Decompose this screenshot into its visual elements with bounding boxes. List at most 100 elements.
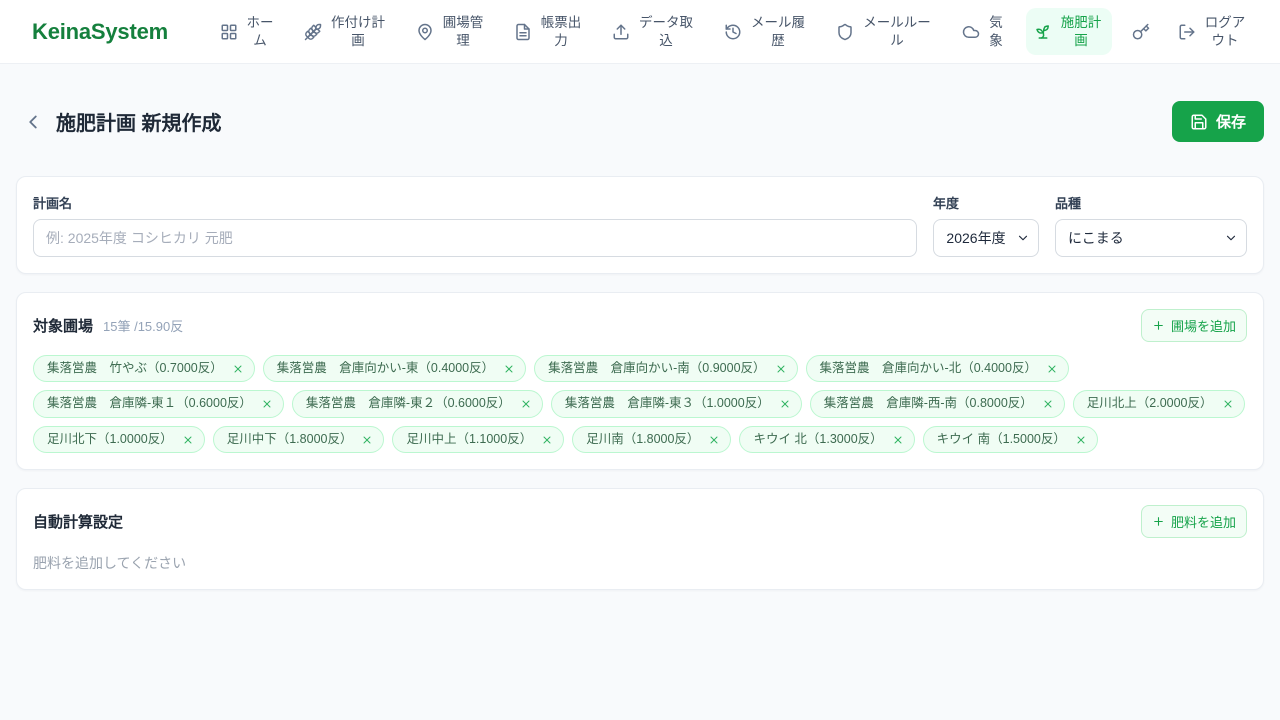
- field-chip-label: 集落営農 倉庫向かい-北（0.4000反）: [819, 360, 1037, 375]
- chip-remove-icon[interactable]: [1042, 398, 1054, 410]
- history-icon: [724, 23, 742, 41]
- upload-icon: [612, 23, 630, 41]
- auto-calc-title: 自動計算設定: [33, 514, 124, 532]
- field-chip-list: 集落営農 竹やぶ（0.7000反） 集落営農 倉庫向かい-東（0.4000反） …: [33, 354, 1247, 454]
- page-header: 施肥計画 新規作成 保存: [16, 94, 1264, 150]
- field-chip-label: 足川中下（1.8000反）: [226, 431, 353, 446]
- chip-remove-icon[interactable]: [1222, 398, 1234, 410]
- chip-remove-icon[interactable]: [520, 398, 532, 410]
- field-chip: 集落営農 竹やぶ（0.7000反）: [33, 354, 255, 383]
- save-button-label: 保存: [1215, 114, 1246, 132]
- nav-item-home[interactable]: ホーム: [212, 8, 284, 55]
- sprout-icon: [1034, 23, 1052, 41]
- add-fertilizer-button-label: 肥料を追加: [1170, 515, 1236, 531]
- year-field-group: 年度 2026年度: [933, 193, 1039, 257]
- wheat-icon: [304, 23, 322, 41]
- variety-label: 品種: [1055, 195, 1082, 211]
- cloud-icon: [962, 23, 980, 41]
- field-chip-label: 足川北下（1.0000反）: [47, 431, 173, 446]
- add-fertilizer-button[interactable]: 肥料を追加: [1140, 505, 1247, 539]
- chip-remove-icon[interactable]: [541, 434, 553, 446]
- nav-item-data-import[interactable]: データ取込: [604, 8, 704, 55]
- chip-remove-icon[interactable]: [1046, 363, 1058, 375]
- plan-name-label: 計画名: [33, 195, 73, 211]
- target-fields-count: 15筆 /15.90反: [103, 318, 184, 334]
- year-select[interactable]: 2026年度: [933, 218, 1039, 257]
- field-chip: 足川中上（1.1000反）: [392, 425, 565, 454]
- field-chip-label: 集落営農 倉庫隣-東３（1.0000反）: [564, 396, 770, 411]
- year-label: 年度: [933, 195, 960, 211]
- plan-name-field-group: 計画名: [33, 193, 917, 257]
- nav-item-key[interactable]: [1124, 17, 1158, 47]
- target-fields-card: 対象圃場 15筆 /15.90反 圃場を追加 集落営農 竹やぶ（0.7000反）…: [16, 291, 1264, 471]
- chip-remove-icon[interactable]: [503, 363, 515, 375]
- nav-item-mail-rules[interactable]: メールルール: [828, 8, 942, 55]
- chip-remove-icon[interactable]: [892, 434, 904, 446]
- field-chip: 足川南（1.8000反）: [572, 425, 732, 454]
- chip-remove-icon[interactable]: [1075, 434, 1087, 446]
- field-chip-label: キウイ 北（1.3000反）: [753, 431, 883, 446]
- back-button[interactable]: [22, 111, 44, 133]
- field-chip-label: 集落営農 倉庫向かい-東（0.4000反）: [276, 360, 495, 375]
- field-chip: 足川北上（2.0000反）: [1072, 390, 1245, 418]
- field-chip: 足川中下（1.8000反）: [212, 425, 385, 454]
- nav-item-logout[interactable]: ログアウト: [1170, 8, 1256, 55]
- nav-item-field-management[interactable]: 圃場管理: [408, 8, 494, 55]
- nav-item-planting-plan[interactable]: 作付け計画: [296, 8, 396, 55]
- shield-icon: [836, 23, 854, 41]
- add-field-button[interactable]: 圃場を追加: [1140, 308, 1247, 342]
- field-chip: キウイ 南（1.5000反）: [922, 425, 1098, 454]
- nav-menu: ホーム 作付け計画 圃場管理 帳票出力 データ取込 メール履歴 メールルール 気…: [212, 7, 1256, 56]
- field-chip-label: 集落営農 倉庫隣-西-南（0.8000反）: [823, 396, 1033, 411]
- nav-item-report-output[interactable]: 帳票出力: [506, 8, 592, 55]
- chip-remove-icon[interactable]: [775, 363, 787, 375]
- field-chip-label: 足川南（1.8000反）: [586, 431, 700, 446]
- logout-icon: [1178, 23, 1196, 41]
- field-chip-label: 足川北上（2.0000反）: [1086, 396, 1213, 411]
- field-chip: 集落営農 倉庫隣-東２（0.6000反）: [291, 390, 543, 418]
- field-chip-label: 集落営農 竹やぶ（0.7000反）: [47, 360, 223, 375]
- field-chip: 集落営農 倉庫隣-東３（1.0000反）: [550, 390, 802, 418]
- top-navigation: KeinaSystem ホーム 作付け計画 圃場管理 帳票出力 データ取込 メー…: [0, 0, 1280, 64]
- field-chip-label: 足川中上（1.1000反）: [406, 431, 533, 446]
- field-chip: 足川北下（1.0000反）: [33, 425, 205, 454]
- field-chip-label: 集落営農 倉庫向かい-南（0.9000反）: [548, 360, 766, 375]
- plan-form-card: 計画名 年度 2026年度 品種 にこまる: [16, 175, 1264, 274]
- key-icon: [1132, 23, 1150, 41]
- field-chip-label: 集落営農 倉庫隣-東１（0.6000反）: [47, 396, 252, 411]
- save-button[interactable]: 保存: [1171, 101, 1264, 143]
- nav-item-mail-history[interactable]: メール履歴: [716, 8, 816, 55]
- file-text-icon: [514, 23, 532, 41]
- chip-remove-icon[interactable]: [708, 434, 720, 446]
- field-chip: 集落営農 倉庫向かい-南（0.9000反）: [534, 354, 798, 383]
- page-title: 施肥計画 新規作成: [56, 113, 222, 136]
- chip-remove-icon[interactable]: [182, 434, 194, 446]
- variety-field-group: 品種 にこまる: [1055, 193, 1247, 257]
- target-fields-title: 対象圃場: [33, 317, 94, 335]
- field-chip: 集落営農 倉庫隣-東１（0.6000反）: [33, 390, 284, 418]
- save-icon: [1190, 113, 1208, 131]
- auto-calc-card: 自動計算設定 肥料を追加 肥料を追加してください: [16, 488, 1264, 591]
- field-chip: 集落営農 倉庫隣-西-南（0.8000反）: [809, 390, 1065, 418]
- nav-item-weather[interactable]: 気象: [954, 8, 1014, 55]
- field-chip-label: 集落営農 倉庫隣-東２（0.6000反）: [305, 396, 511, 411]
- brand-logo[interactable]: KeinaSystem: [32, 19, 168, 45]
- plus-icon: [1152, 319, 1165, 332]
- field-chip: 集落営農 倉庫向かい-北（0.4000反）: [805, 354, 1069, 383]
- field-chip-label: キウイ 南（1.5000反）: [936, 431, 1066, 446]
- field-chip: 集落営農 倉庫向かい-東（0.4000反）: [262, 354, 527, 383]
- map-pin-icon: [416, 23, 434, 41]
- chip-remove-icon[interactable]: [361, 434, 373, 446]
- chip-remove-icon[interactable]: [779, 398, 791, 410]
- fertilizer-empty-text: 肥料を追加してください: [33, 555, 187, 572]
- plan-name-input[interactable]: [33, 218, 917, 257]
- variety-select[interactable]: にこまる: [1055, 218, 1247, 257]
- add-field-button-label: 圃場を追加: [1170, 318, 1236, 334]
- grid-icon: [220, 23, 238, 41]
- nav-item-fertilization-plan[interactable]: 施肥計画: [1026, 7, 1112, 56]
- field-chip: キウイ 北（1.3000反）: [739, 425, 915, 454]
- chip-remove-icon[interactable]: [232, 363, 244, 375]
- plus-icon: [1152, 515, 1165, 528]
- chip-remove-icon[interactable]: [261, 398, 273, 410]
- main-content: 施肥計画 新規作成 保存 計画名 年度 2026年度 品種: [0, 94, 1280, 591]
